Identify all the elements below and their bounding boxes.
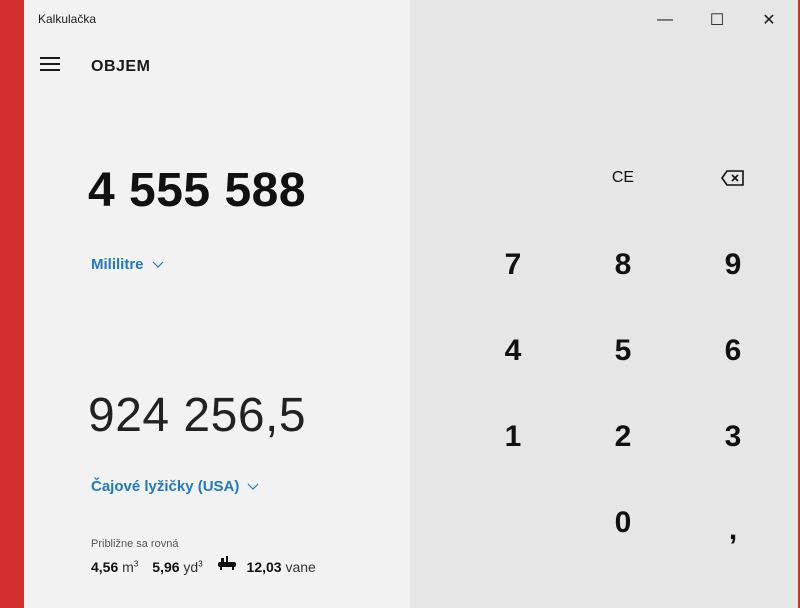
bathtub-icon (217, 556, 237, 572)
decimal-separator-button[interactable]: , (678, 490, 788, 570)
digit-1-button[interactable]: 1 (458, 397, 568, 477)
ce-button[interactable]: CE (568, 138, 678, 218)
chevron-down-icon (152, 261, 163, 268)
output-unit-dropdown[interactable]: Čajové lyžičky (USA) (91, 478, 259, 495)
approx-item-yd3: 5,96 yd3 (152, 559, 203, 575)
title-bar: — ☐ ✕ (24, 0, 800, 40)
minimize-button[interactable]: — (642, 0, 688, 40)
backspace-button[interactable] (678, 138, 788, 218)
approx-label: Približne sa rovná (91, 538, 179, 550)
keypad-panel: CE 7 8 9 4 5 6 1 2 3 0 , (410, 0, 800, 608)
input-unit-label: Mililitre (91, 256, 144, 273)
digit-2-button[interactable]: 2 (568, 397, 678, 477)
menu-icon[interactable] (38, 55, 62, 75)
output-value[interactable]: 924 256,5 (88, 388, 306, 443)
backspace-icon (721, 170, 744, 186)
mode-title: OBJEM (91, 58, 151, 75)
output-unit-label: Čajové lyžičky (USA) (91, 478, 240, 495)
calculator-window: Kalkulačka OBJEM 4 555 588 Mililitre 924… (24, 0, 800, 608)
digit-6-button[interactable]: 6 (678, 311, 788, 391)
input-value[interactable]: 4 555 588 (88, 163, 306, 218)
digit-0-button[interactable]: 0 (568, 483, 678, 563)
keypad: CE 7 8 9 4 5 6 1 2 3 0 , (410, 0, 800, 608)
digit-5-button[interactable]: 5 (568, 311, 678, 391)
maximize-button[interactable]: ☐ (694, 0, 740, 40)
approx-item-m3: 4,56 m3 (91, 559, 139, 575)
digit-9-button[interactable]: 9 (678, 225, 788, 305)
input-unit-dropdown[interactable]: Mililitre (91, 256, 164, 273)
digit-7-button[interactable]: 7 (458, 225, 568, 305)
approx-values: 4,56 m3 5,96 yd3 12,03 vane (91, 556, 316, 575)
close-button[interactable]: ✕ (746, 0, 792, 40)
approx-item-tubs: 12,03 vane (217, 556, 316, 575)
converter-panel: Kalkulačka OBJEM 4 555 588 Mililitre 924… (24, 0, 410, 608)
digit-3-button[interactable]: 3 (678, 397, 788, 477)
digit-8-button[interactable]: 8 (568, 225, 678, 305)
digit-4-button[interactable]: 4 (458, 311, 568, 391)
chevron-down-icon (247, 483, 259, 490)
